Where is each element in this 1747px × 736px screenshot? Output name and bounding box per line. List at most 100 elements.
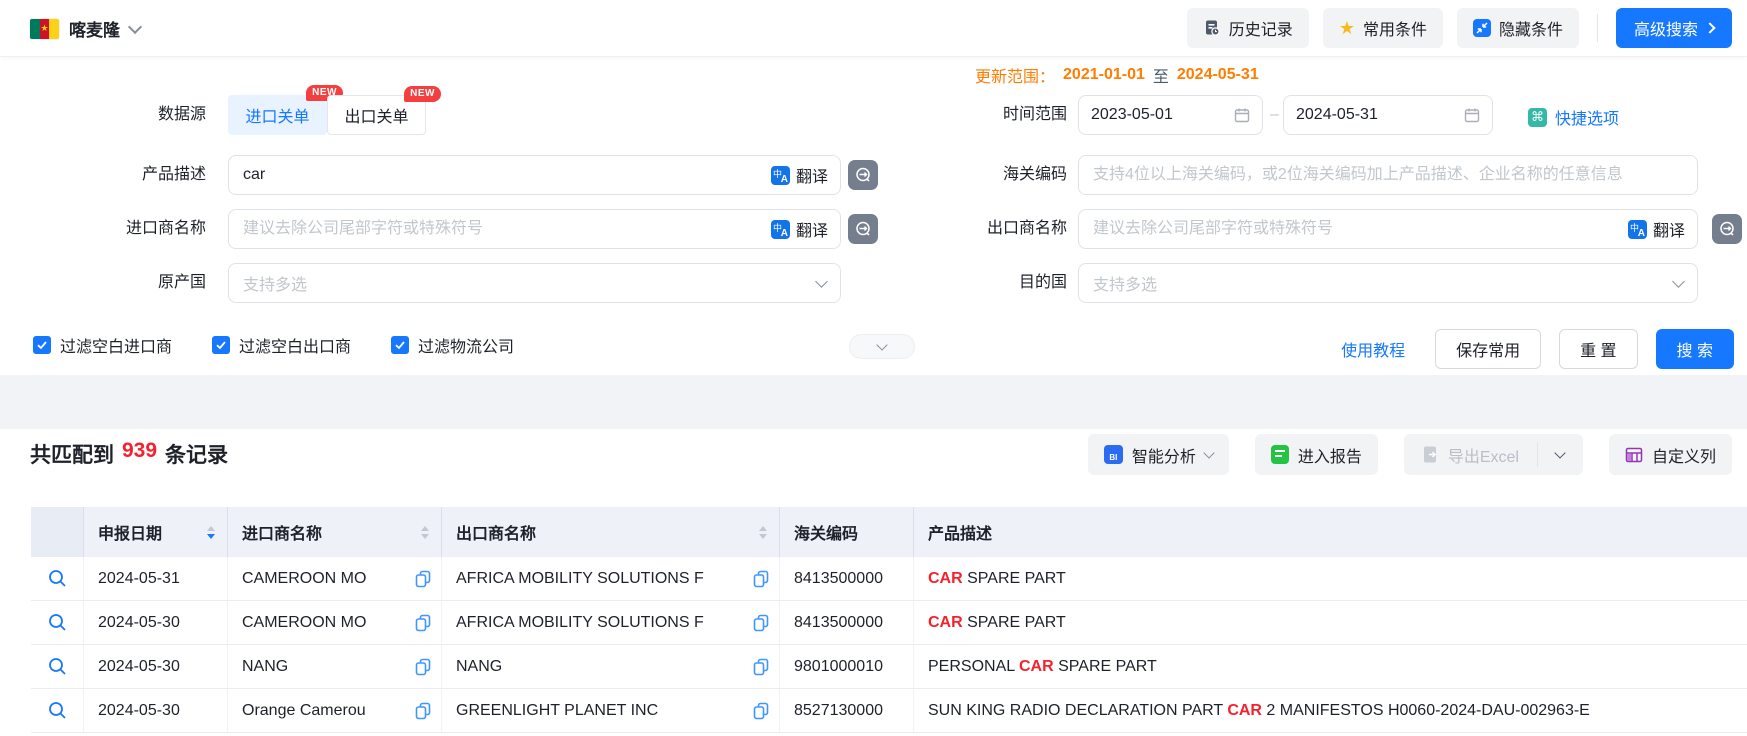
custom-columns-button[interactable]: 自定义列 [1609,434,1732,475]
sort-control[interactable] [421,526,429,539]
end-date-input[interactable]: 2024-05-31 [1283,95,1493,135]
smart-analysis-button[interactable]: BI 智能分析 [1088,434,1229,475]
export-excel-button[interactable]: 导出Excel [1404,434,1537,475]
product-desc-cell: PERSONAL CAR SPARE PART [914,645,1747,689]
time-range-label: 时间范围 [887,95,1067,135]
dest-country-label: 目的国 [887,263,1067,303]
translate-button[interactable]: 中A 翻译 [771,217,828,241]
translate-button[interactable]: 中A 翻译 [1628,217,1685,241]
cameroon-flag-icon: ★ [30,19,59,39]
hs-code-cell: 8413500000 [780,601,914,645]
results-summary: 共匹配到 939 条记录 [30,439,228,469]
history-icon [1203,19,1221,37]
results-table: 申报日期 进口商名称 出口商名称 海关编码 产品描述 [31,507,1747,733]
origin-country-select[interactable]: 支持多选 [228,263,841,303]
date-cell: 2024-05-31 [84,557,228,601]
filter-label: 过滤物流公司 [418,333,514,357]
summary-suffix: 条记录 [165,439,228,469]
header-date-label: 申报日期 [98,520,162,544]
bi-analysis-icon: BI [1104,445,1123,464]
copy-icon[interactable] [753,614,769,632]
quick-options-link[interactable]: ⌘ 快捷选项 [1528,105,1619,129]
product-desc-cell: CAR SPARE PART [914,557,1747,601]
copy-icon[interactable] [753,702,769,720]
reset-button[interactable]: 重 置 [1559,329,1637,369]
report-icon [1271,445,1289,464]
results-section: 共匹配到 939 条记录 BI 智能分析 进入报告 导出Excel [0,429,1747,736]
magnifier-icon[interactable] [48,569,67,588]
hide-conditions-button[interactable]: 隐藏条件 [1457,8,1579,48]
origin-country-label: 原产国 [26,263,206,303]
page: ★ 喀麦隆 历史记录 ★ 常用条件 [0,0,1747,736]
data-source-label: 数据源 [26,95,206,135]
hs-code-input[interactable] [1079,156,1697,194]
enter-report-button[interactable]: 进入报告 [1255,434,1378,475]
magnifier-icon[interactable] [48,657,67,676]
importer-input[interactable] [229,210,771,248]
advanced-search-button[interactable]: 高级搜索 [1616,8,1732,48]
copy-icon[interactable] [753,570,769,588]
country-selector[interactable]: ★ 喀麦隆 [30,0,140,57]
columns-icon [1625,446,1643,464]
importer-label: 进口商名称 [26,209,206,249]
quick-options-label: 快捷选项 [1555,105,1619,129]
export-options-button[interactable] [1538,434,1583,475]
update-range-end: 2024-05-31 [1177,66,1259,84]
search-button[interactable]: 搜 索 [1656,329,1734,369]
header-hs-label: 海关编码 [794,520,858,544]
topbar: ★ 喀麦隆 历史记录 ★ 常用条件 [0,0,1747,57]
dest-country-select[interactable]: 支持多选 [1078,263,1698,303]
start-date-input[interactable]: 2023-05-01 [1078,95,1263,135]
detail-cell [31,645,84,689]
sort-control[interactable] [759,526,767,539]
sort-control[interactable] [207,526,215,539]
importer-cell: NANG [228,645,442,689]
copy-icon[interactable] [415,570,431,588]
tutorial-link[interactable]: 使用教程 [1341,337,1405,361]
hide-conditions-label: 隐藏条件 [1499,16,1563,40]
date-cell: 2024-05-30 [84,645,228,689]
exporter-label: 出口商名称 [887,209,1067,249]
magnifier-icon[interactable] [48,613,67,632]
topbar-actions: 历史记录 ★ 常用条件 隐藏条件 高级搜索 [1187,8,1732,48]
translate-label: 翻译 [796,163,828,187]
tab-export-label: 出口关单 [344,103,408,127]
magnifier-icon[interactable] [48,701,67,720]
history-button[interactable]: 历史记录 [1187,8,1309,48]
exporter-input[interactable] [1079,210,1628,248]
checkbox-checked-icon [391,336,409,354]
export-excel-label: 导出Excel [1448,443,1519,467]
importer-field: 中A 翻译 [228,209,841,249]
product-desc-input[interactable] [229,156,771,194]
product-desc-cell: SUN KING RADIO DECLARATION PART CAR 2 MA… [914,689,1747,733]
fuzzy-match-toggle[interactable] [848,160,878,190]
detail-cell [31,689,84,733]
copy-icon[interactable] [415,702,431,720]
copy-icon[interactable] [415,614,431,632]
importer-cell: Orange Camerou [228,689,442,733]
end-date-value: 2024-05-31 [1296,106,1378,124]
translate-icon: 中A [771,166,790,185]
update-range-to: 至 [1153,63,1169,87]
filter-label: 过滤空白出口商 [239,333,351,357]
copy-icon[interactable] [415,658,431,676]
fuzzy-match-toggle[interactable] [1712,214,1742,244]
start-date-value: 2023-05-01 [1091,106,1173,124]
favorites-button[interactable]: ★ 常用条件 [1323,8,1443,48]
expand-conditions-button[interactable] [849,334,915,359]
filter-logistics-checkbox[interactable]: 过滤物流公司 [391,333,514,357]
translate-button[interactable]: 中A 翻译 [771,163,828,187]
tab-export-declaration[interactable]: 出口关单 NEW [327,95,426,135]
copy-icon[interactable] [753,658,769,676]
filter-blank-importer-checkbox[interactable]: 过滤空白进口商 [33,333,172,357]
filter-blank-exporter-checkbox[interactable]: 过滤空白出口商 [212,333,351,357]
country-name: 喀麦隆 [69,16,120,41]
summary-prefix: 共匹配到 [30,439,114,469]
fuzzy-match-toggle[interactable] [848,214,878,244]
new-badge: NEW [404,86,441,102]
tab-import-declaration[interactable]: 进口关单 NEW [228,95,327,135]
advanced-search-label: 高级搜索 [1634,16,1698,40]
filter-checkboxes: 过滤空白进口商 过滤空白出口商 过滤物流公司 [33,333,514,357]
save-common-button[interactable]: 保存常用 [1435,329,1541,369]
translate-label: 翻译 [796,217,828,241]
